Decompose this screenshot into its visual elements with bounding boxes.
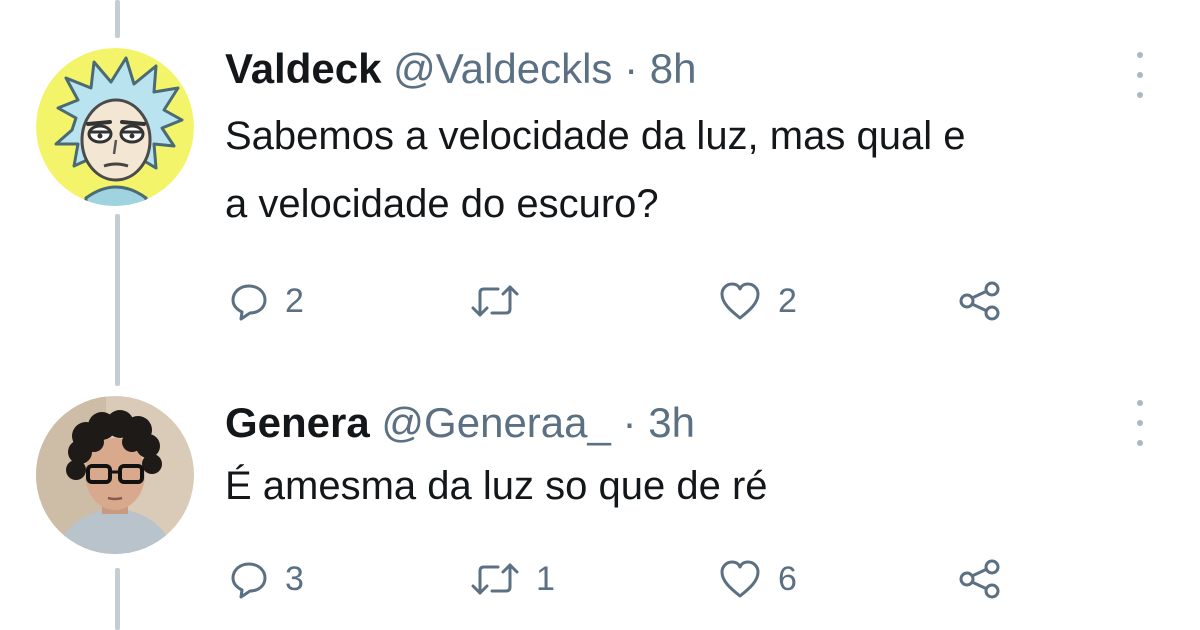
tweet-text-line: Sabemos a velocidade da luz, mas qual e bbox=[225, 114, 966, 158]
like-count: 2 bbox=[778, 281, 797, 320]
tweet-genera[interactable]: Genera @Generaa_ · 3h É amesma da luz so… bbox=[0, 360, 1200, 630]
display-name[interactable]: Genera bbox=[225, 399, 370, 446]
retweet-count: 1 bbox=[536, 559, 555, 598]
tweet-text: Sabemos a velocidade da luz, mas qual e … bbox=[225, 102, 1165, 238]
user-handle[interactable]: @Valdeckls bbox=[393, 45, 612, 92]
more-options-icon[interactable] bbox=[1122, 400, 1158, 446]
retweet-icon bbox=[471, 563, 519, 595]
tweet-header: Valdeck @Valdeckls · 8h bbox=[225, 44, 1165, 94]
tweet-actions: 3 1 6 bbox=[225, 554, 1005, 604]
separator-dot: · bbox=[622, 399, 637, 446]
share-button[interactable] bbox=[958, 554, 1002, 604]
like-button[interactable]: 2 bbox=[718, 276, 797, 326]
timestamp[interactable]: 8h bbox=[650, 45, 697, 92]
more-options-icon[interactable] bbox=[1122, 52, 1158, 98]
tweet-text: É amesma da luz so que de ré bbox=[225, 452, 1165, 520]
retweet-button[interactable] bbox=[470, 276, 536, 326]
separator-dot: · bbox=[624, 45, 639, 92]
retweet-icon bbox=[471, 285, 519, 317]
like-count: 6 bbox=[778, 559, 797, 598]
timestamp[interactable]: 3h bbox=[648, 399, 695, 446]
user-handle[interactable]: @Generaa_ bbox=[381, 399, 610, 446]
tweet-actions: 2 2 bbox=[225, 276, 1005, 326]
avatar[interactable] bbox=[36, 48, 194, 206]
tweet-header: Genera @Generaa_ · 3h bbox=[225, 398, 1165, 448]
tweet-text-line: É amesma da luz so que de ré bbox=[225, 464, 768, 508]
display-name[interactable]: Valdeck bbox=[225, 45, 381, 92]
like-button[interactable]: 6 bbox=[718, 554, 797, 604]
share-icon bbox=[959, 559, 1000, 599]
reply-count: 3 bbox=[285, 559, 304, 598]
tweet-text-line: a velocidade do escuro? bbox=[225, 182, 659, 226]
heart-icon bbox=[720, 282, 760, 320]
retweet-button[interactable]: 1 bbox=[470, 554, 555, 604]
reply-icon bbox=[231, 284, 267, 321]
share-button[interactable] bbox=[958, 276, 1002, 326]
heart-icon bbox=[720, 560, 760, 598]
avatar[interactable] bbox=[36, 396, 194, 554]
tweet-valdeck[interactable]: Valdeck @Valdeckls · 8h Sabemos a veloci… bbox=[0, 0, 1200, 360]
person-with-glasses-avatar-icon bbox=[36, 396, 194, 554]
reply-icon bbox=[231, 562, 267, 599]
reply-button[interactable]: 2 bbox=[229, 276, 304, 326]
reply-button[interactable]: 3 bbox=[229, 554, 304, 604]
share-icon bbox=[959, 281, 1000, 321]
reply-count: 2 bbox=[285, 281, 304, 320]
rick-cartoon-avatar-icon bbox=[36, 48, 194, 206]
